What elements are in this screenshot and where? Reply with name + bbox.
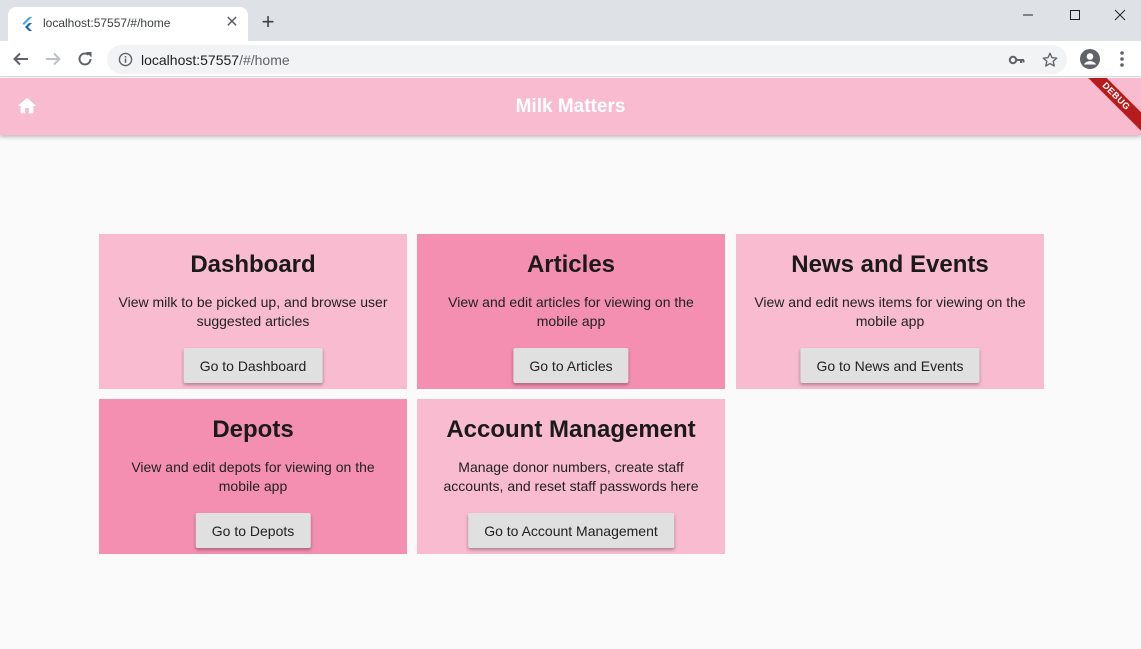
- flutter-icon: [22, 17, 32, 31]
- card-title: Depots: [212, 416, 294, 443]
- card-news-and-events: News and Events View and edit news items…: [736, 234, 1044, 389]
- go-to-articles-button[interactable]: Go to Articles: [513, 348, 629, 383]
- go-to-depots-button[interactable]: Go to Depots: [195, 513, 311, 548]
- maximize-icon[interactable]: [1052, 0, 1098, 30]
- tab-title: localhost:57557/#/home: [43, 16, 171, 30]
- card-description: View and edit articles for viewing on th…: [448, 294, 694, 329]
- card-description: View and edit news items for viewing on …: [754, 294, 1026, 329]
- key-icon[interactable]: [1008, 51, 1026, 69]
- address-bar[interactable]: localhost:57557/#/home: [107, 45, 1067, 74]
- back-icon[interactable]: [9, 47, 33, 71]
- card-title: News and Events: [791, 251, 989, 278]
- card-title: Account Management: [446, 416, 696, 443]
- go-to-account-management-button[interactable]: Go to Account Management: [468, 513, 674, 548]
- url-text: localhost:57557/#/home: [141, 52, 290, 68]
- new-tab-icon[interactable]: +: [258, 11, 278, 33]
- more-vert-icon[interactable]: [1114, 49, 1130, 69]
- app-bar: Milk Matters DEBUG: [0, 78, 1141, 135]
- browser-tab[interactable]: localhost:57557/#/home ✕: [8, 7, 248, 41]
- card-title: Dashboard: [190, 251, 316, 278]
- card-dashboard: Dashboard View milk to be picked up, and…: [99, 234, 407, 389]
- go-to-dashboard-button[interactable]: Go to Dashboard: [183, 348, 323, 383]
- app-title: Milk Matters: [515, 96, 626, 117]
- star-icon[interactable]: [1041, 51, 1059, 69]
- card-account-management: Account Management Manage donor numbers,…: [417, 399, 725, 554]
- minimize-icon[interactable]: [1005, 0, 1051, 30]
- browser-toolbar: localhost:57557/#/home: [0, 41, 1141, 77]
- card-articles: Articles View and edit articles for view…: [417, 234, 725, 389]
- window-close-icon[interactable]: [1097, 0, 1141, 30]
- card-description: Manage donor numbers, create staff accou…: [443, 459, 699, 494]
- card-depots: Depots View and edit depots for viewing …: [99, 399, 407, 554]
- forward-icon[interactable]: [41, 47, 65, 71]
- tab-close-icon[interactable]: ✕: [223, 14, 241, 32]
- browser-tabstrip: localhost:57557/#/home ✕ +: [0, 0, 1141, 41]
- card-title: Articles: [526, 251, 616, 278]
- card-description: View and edit depots for viewing on the …: [131, 459, 375, 494]
- card-description: View milk to be picked up, and browse us…: [118, 294, 388, 329]
- reload-icon[interactable]: [73, 47, 97, 71]
- info-icon[interactable]: [118, 52, 133, 67]
- profile-icon[interactable]: [1080, 49, 1100, 69]
- go-to-news-and-events-button[interactable]: Go to News and Events: [800, 348, 980, 383]
